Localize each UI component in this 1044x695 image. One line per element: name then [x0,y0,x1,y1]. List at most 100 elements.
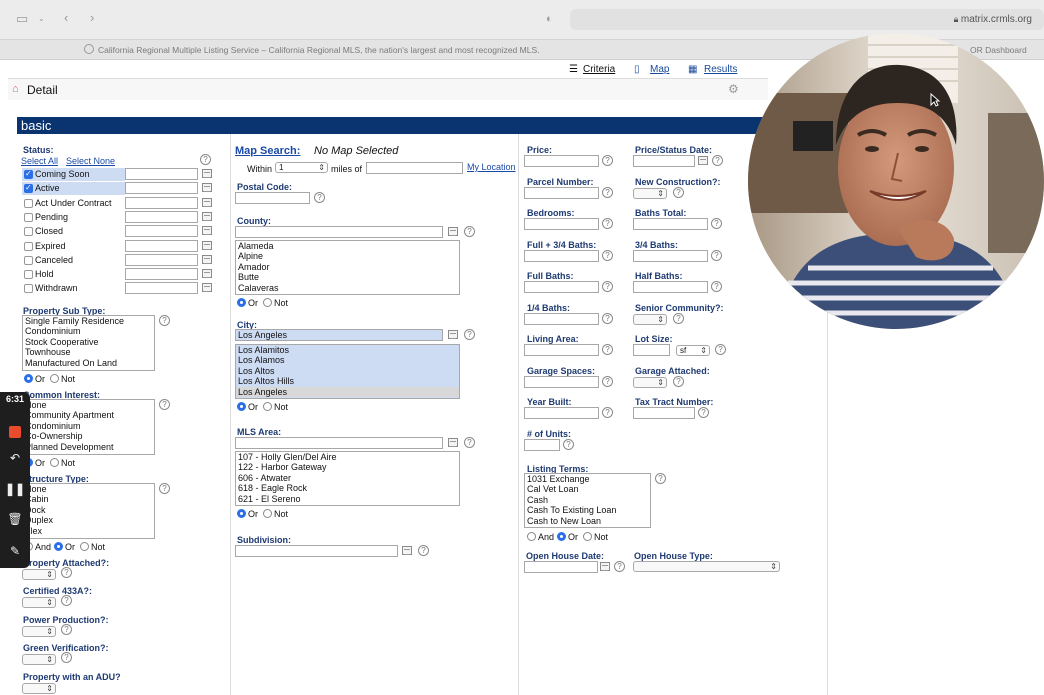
help-icon[interactable]: ? [159,399,170,410]
help-icon[interactable]: ? [602,186,613,198]
list-option[interactable]: Alpine [236,251,459,261]
parcel-number-input[interactable] [524,186,599,199]
help-icon[interactable]: ? [711,218,722,229]
list-option[interactable]: Los Altos Hills [236,376,459,387]
list-option[interactable]: 1031 Exchange [525,474,650,484]
calendar-icon[interactable] [202,283,212,293]
list-option[interactable]: 122 - Harbor Gateway [236,462,459,472]
stop-record-icon[interactable] [9,426,21,438]
status-row[interactable]: Expired [22,240,125,253]
power-production-select[interactable] [22,626,56,637]
map-search-link[interactable]: Map Search: [235,145,300,157]
certified-433a-select[interactable] [22,597,56,608]
status-row[interactable]: Closed [22,225,125,238]
help-icon[interactable]: ? [61,567,72,578]
within-select[interactable]: 1 [275,162,328,173]
tab-title[interactable]: California Regional Multiple Listing Ser… [98,45,540,55]
structure-type-list[interactable]: None Cabin Dock Duplex Flex [22,483,155,539]
not-radio[interactable] [50,458,59,467]
list-option[interactable]: None [23,400,154,410]
list-option[interactable]: Los Alamos [236,355,459,366]
help-icon[interactable]: ? [200,154,211,165]
list-option[interactable]: Cash to New Loan [525,516,650,526]
help-icon[interactable]: ? [602,218,613,229]
and-radio[interactable] [527,532,536,541]
list-option[interactable]: Los Alamitos [236,345,459,356]
shield-icon[interactable]: ◐ [546,12,553,26]
undo-icon[interactable]: ↶ [0,451,30,465]
status-date-input[interactable] [125,225,198,238]
status-date-input[interactable] [125,168,198,180]
list-option[interactable]: Los Altos [236,365,459,377]
status-date-input[interactable] [125,196,198,209]
help-icon[interactable]: ? [673,312,684,324]
back-icon[interactable]: ‹ [64,11,68,25]
common-interest-list[interactable]: None Community Apartment Condominium Co-Own… [22,399,155,455]
list-option[interactable]: Los Angeles [236,386,459,397]
status-row[interactable]: Pending [22,211,125,224]
help-icon[interactable]: ? [711,249,722,261]
help-icon[interactable]: ? [602,281,613,292]
county-input[interactable] [235,226,443,238]
units-input[interactable] [524,438,560,451]
new-construction-select[interactable] [633,187,667,199]
subdivision-input[interactable] [235,545,398,557]
help-icon[interactable]: ? [464,437,475,448]
list-option[interactable]: 621 - El Sereno [236,494,459,504]
help-icon[interactable]: ? [655,473,666,484]
help-icon[interactable]: ? [602,312,613,324]
lookup-icon[interactable] [448,330,458,339]
status-checkbox[interactable] [24,227,33,237]
chevron-down-icon[interactable]: ⌄ [38,12,45,26]
city-list[interactable]: Los Alamitos Los Alamos Los Altos Los Altos… [235,344,460,399]
help-icon[interactable]: ? [614,561,625,572]
status-date-input[interactable] [125,239,198,252]
status-date-input[interactable] [125,210,198,223]
help-icon[interactable]: ? [159,483,170,494]
or-radio[interactable] [237,509,246,518]
pause-icon[interactable]: ❚❚ [0,482,30,496]
help-icon[interactable]: ? [61,652,72,663]
city-input[interactable]: Los Angeles [235,329,443,341]
list-option[interactable]: Planned Development [23,442,154,452]
calendar-icon[interactable] [202,211,212,221]
list-option[interactable]: Cabin [23,494,154,504]
list-option[interactable]: Condominium [23,421,154,431]
calendar-icon[interactable] [600,562,610,571]
or-radio[interactable] [54,542,63,551]
or-radio[interactable] [24,374,33,383]
list-option[interactable]: Community Apartment [23,410,154,420]
help-icon[interactable]: ? [711,281,722,292]
miles-of-input[interactable] [366,162,463,174]
help-icon[interactable]: ? [673,375,684,387]
lookup-icon[interactable] [448,227,458,236]
status-checkbox[interactable] [24,270,33,280]
status-row[interactable]: Canceled [22,254,125,267]
lot-unit-select[interactable]: sf [676,345,710,356]
help-icon[interactable]: ? [698,407,709,418]
full-baths-input[interactable] [524,281,599,293]
list-option[interactable]: 618 - Eagle Rock [236,483,459,493]
help-icon[interactable]: ? [418,545,429,556]
calendar-icon[interactable] [202,226,212,236]
my-location-link[interactable]: My Location [467,162,516,172]
bedrooms-input[interactable] [524,218,599,230]
list-option[interactable]: Condominium [23,326,154,336]
help-icon[interactable]: ? [61,624,72,635]
calendar-icon[interactable] [202,254,212,264]
not-radio[interactable] [263,298,272,307]
lookup-icon[interactable] [448,438,458,447]
help-icon[interactable]: ? [715,344,726,355]
not-radio[interactable] [263,402,272,411]
price-status-date-input[interactable] [633,155,695,167]
county-list[interactable]: Alameda Alpine Amador Butte Calaveras [235,240,460,295]
list-option[interactable]: Single Family Residence [23,316,154,326]
open-house-date-input[interactable] [524,561,598,573]
select-all-link[interactable]: Select All [21,156,58,166]
property-attached-select[interactable] [22,569,56,580]
sidebar-icon[interactable]: ▭ [16,12,28,26]
lot-size-input[interactable] [633,344,670,356]
mls-area-input[interactable] [235,437,443,449]
mls-area-list[interactable]: 107 - Holly Glen/Del Aire 122 - Harbor Ga… [235,451,460,506]
half-baths-input[interactable] [633,281,708,293]
